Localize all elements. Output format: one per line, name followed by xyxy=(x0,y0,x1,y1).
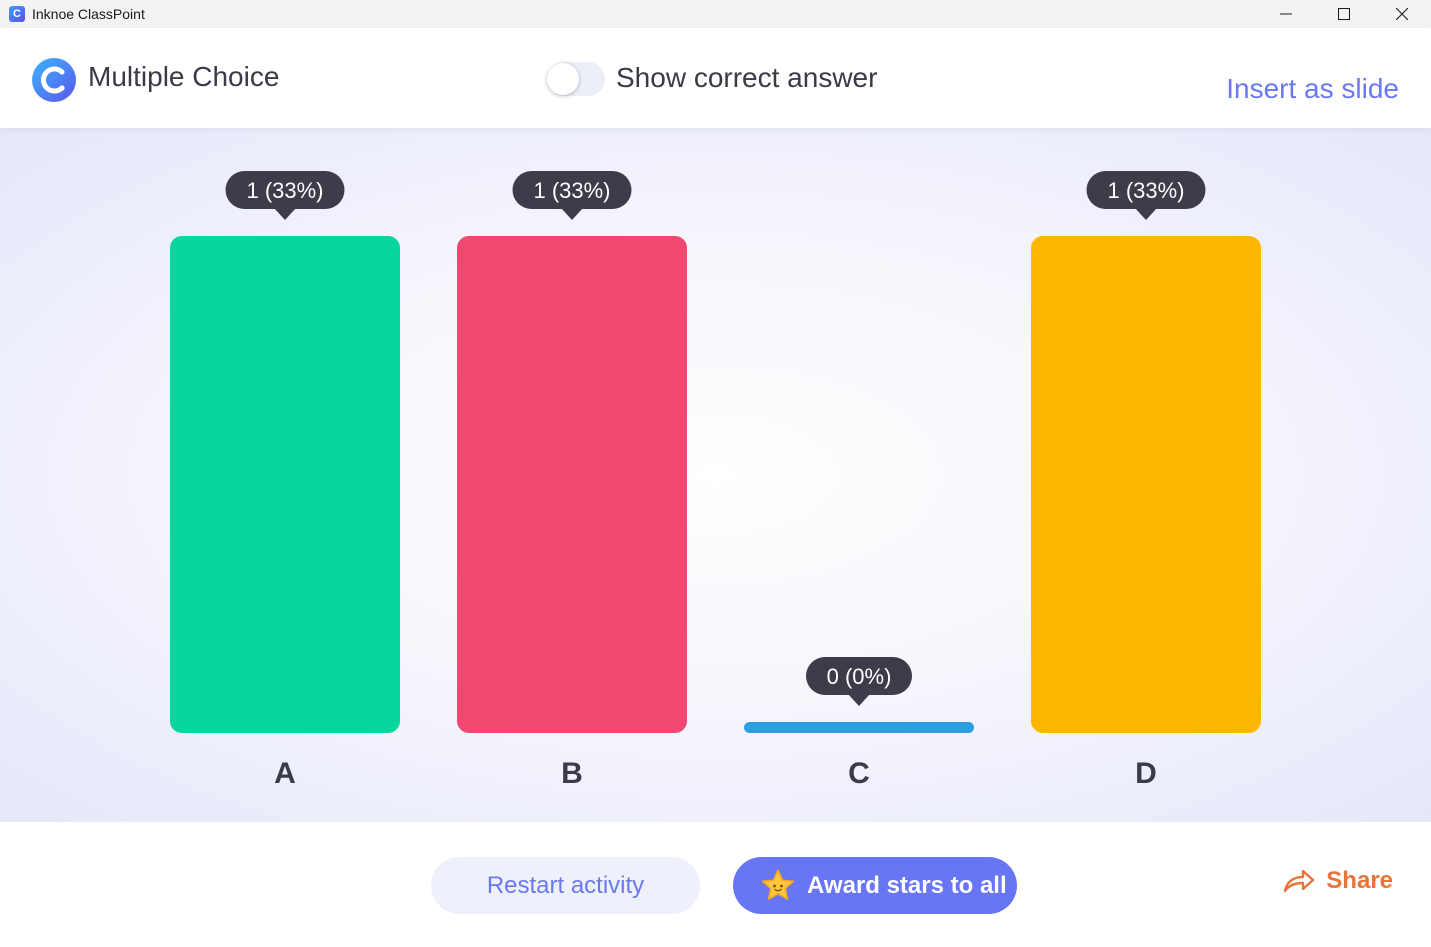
bar-a xyxy=(170,236,400,733)
category-label-d: D xyxy=(1135,757,1157,790)
page-title: Multiple Choice xyxy=(88,61,280,92)
tooltip-pointer-c xyxy=(848,694,870,706)
bar-d xyxy=(1031,236,1261,733)
category-label-b: B xyxy=(561,757,583,790)
close-button[interactable] xyxy=(1373,0,1431,28)
star-icon xyxy=(761,868,795,900)
window-controls xyxy=(1257,0,1431,28)
category-label-a: A xyxy=(274,757,296,790)
toggle-knob xyxy=(547,63,579,95)
show-correct-answer-label: Show correct answer xyxy=(616,62,878,93)
value-label-c: 0 (0%) xyxy=(827,664,892,689)
activity-footer: Restart activity Award stars to all Shar… xyxy=(0,822,1431,947)
insert-as-slide-link[interactable]: Insert as slide xyxy=(1226,73,1399,105)
bar-b xyxy=(457,236,687,733)
bar-c xyxy=(744,722,974,733)
maximize-button[interactable] xyxy=(1315,0,1373,28)
close-icon xyxy=(1396,8,1408,20)
activity-header: Multiple Choice Show correct answer Inse… xyxy=(0,28,1431,128)
show-correct-answer-toggle[interactable] xyxy=(547,62,605,96)
minimize-icon xyxy=(1280,13,1292,15)
share-arrow-icon xyxy=(1284,869,1315,893)
award-stars-label: Award stars to all xyxy=(807,871,1007,899)
category-label-c: C xyxy=(848,757,870,790)
results-bar-chart: 1 (33%) A 1 (33%) B 0 (0%) C 1 (33%) D xyxy=(170,171,1261,790)
results-chart-area: 1 (33%) A 1 (33%) B 0 (0%) C 1 (33%) D xyxy=(0,128,1431,822)
value-label-d: 1 (33%) xyxy=(1107,178,1184,203)
maximize-icon xyxy=(1338,8,1350,20)
share-label: Share xyxy=(1326,867,1393,894)
window-title: Inknoe ClassPoint xyxy=(32,6,145,22)
window-titlebar: C Inknoe ClassPoint xyxy=(0,0,1431,28)
award-stars-button[interactable]: Award stars to all xyxy=(733,857,1017,914)
minimize-button[interactable] xyxy=(1257,0,1315,28)
classpoint-logo-icon xyxy=(32,58,76,102)
value-label-a: 1 (33%) xyxy=(246,178,323,203)
share-button[interactable]: Share xyxy=(1282,867,1393,895)
tooltip-pointer-b xyxy=(561,208,583,220)
restart-activity-button[interactable]: Restart activity xyxy=(431,857,700,914)
value-label-b: 1 (33%) xyxy=(533,178,610,203)
tooltip-pointer-a xyxy=(274,208,296,220)
app-logo-icon: C xyxy=(9,6,25,22)
tooltip-pointer-d xyxy=(1135,208,1157,220)
app-icon-letter: C xyxy=(13,7,21,20)
